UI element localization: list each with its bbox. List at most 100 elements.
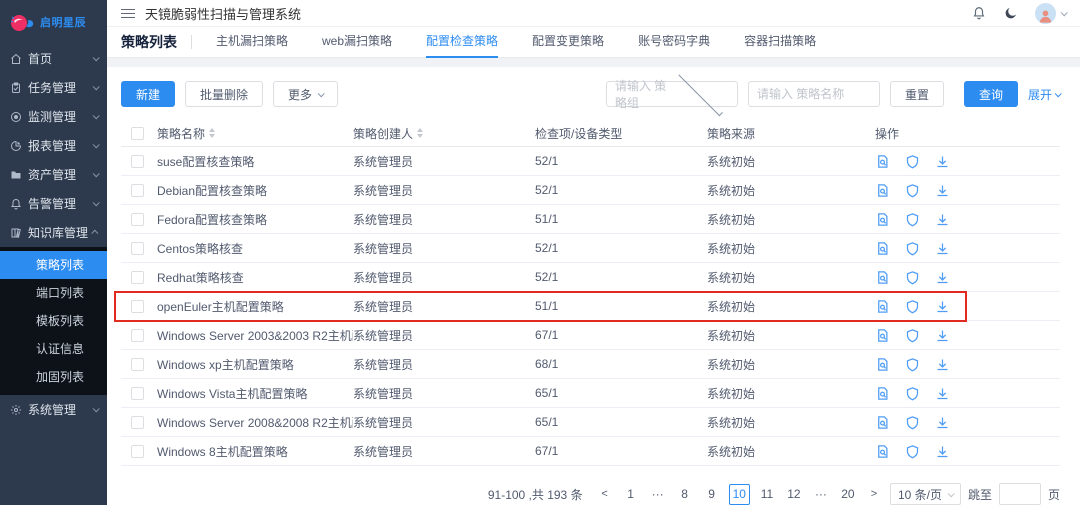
file-search-icon[interactable] xyxy=(875,444,890,459)
header-operations: 操作 xyxy=(875,125,1060,142)
shield-icon[interactable] xyxy=(905,328,920,343)
sidebar-item-system[interactable]: 系统管理 xyxy=(0,395,107,424)
row-checkbox[interactable] xyxy=(131,213,144,226)
page-number[interactable]: 8 xyxy=(675,484,695,505)
page-number[interactable]: 20 xyxy=(838,484,858,505)
search-button[interactable]: 查询 xyxy=(964,81,1018,107)
prev-page-button[interactable]: < xyxy=(596,488,614,500)
sidebar-subitem-port-list[interactable]: 端口列表 xyxy=(0,279,107,307)
tab-account-password-dict[interactable]: 账号密码字典 xyxy=(638,27,710,58)
row-checkbox[interactable] xyxy=(131,387,144,400)
sidebar-subitem-hardening-list[interactable]: 加固列表 xyxy=(0,363,107,391)
shield-icon[interactable] xyxy=(905,357,920,372)
new-button[interactable]: 新建 xyxy=(121,81,175,107)
brand-logo[interactable]: 启明星辰 xyxy=(0,0,107,44)
shield-icon[interactable] xyxy=(905,212,920,227)
tab-host-scan-policy[interactable]: 主机漏扫策略 xyxy=(216,27,288,58)
next-page-button[interactable]: > xyxy=(865,488,883,500)
download-icon[interactable] xyxy=(935,299,950,314)
page-size-select[interactable]: 10 条/页 xyxy=(890,483,961,505)
file-search-icon[interactable] xyxy=(875,154,890,169)
tab-web-scan-policy[interactable]: web漏扫策略 xyxy=(322,27,392,58)
jump-page-input[interactable] xyxy=(999,483,1041,505)
download-icon[interactable] xyxy=(935,415,950,430)
more-button[interactable]: 更多 xyxy=(273,81,338,107)
row-checkbox[interactable] xyxy=(131,358,144,371)
file-search-icon[interactable] xyxy=(875,183,890,198)
row-checkbox[interactable] xyxy=(131,155,144,168)
file-search-icon[interactable] xyxy=(875,299,890,314)
download-icon[interactable] xyxy=(935,328,950,343)
bell-icon[interactable] xyxy=(971,5,987,21)
shield-icon[interactable] xyxy=(905,444,920,459)
policy-name-input[interactable] xyxy=(757,87,871,101)
shield-icon[interactable] xyxy=(905,299,920,314)
brand-logo-icon xyxy=(8,11,36,33)
sidebar-subitem-policy-list[interactable]: 策略列表 xyxy=(0,251,107,279)
download-icon[interactable] xyxy=(935,212,950,227)
page-number-current[interactable]: 10 xyxy=(729,484,750,505)
download-icon[interactable] xyxy=(935,357,950,372)
file-search-icon[interactable] xyxy=(875,270,890,285)
row-checkbox[interactable] xyxy=(131,445,144,458)
row-checkbox[interactable] xyxy=(131,329,144,342)
sort-icon[interactable] xyxy=(417,128,423,138)
file-search-icon[interactable] xyxy=(875,415,890,430)
sidebar-item-monitoring[interactable]: 监测管理 xyxy=(0,102,107,131)
chevron-down-icon xyxy=(93,83,100,90)
shield-icon[interactable] xyxy=(905,386,920,401)
sidebar-item-assets[interactable]: 资产管理 xyxy=(0,160,107,189)
reset-button[interactable]: 重置 xyxy=(890,81,944,107)
policy-group-select[interactable]: 请输入 策略组 xyxy=(606,81,738,107)
download-icon[interactable] xyxy=(935,270,950,285)
shield-icon[interactable] xyxy=(905,241,920,256)
tab-container-scan-policy[interactable]: 容器扫描策略 xyxy=(744,27,816,58)
hamburger-menu-icon[interactable] xyxy=(121,9,135,18)
expand-link[interactable]: 展开 xyxy=(1028,86,1060,103)
file-search-icon[interactable] xyxy=(875,357,890,372)
file-search-icon[interactable] xyxy=(875,241,890,256)
download-icon[interactable] xyxy=(935,154,950,169)
tab-config-change-policy[interactable]: 配置变更策略 xyxy=(532,27,604,58)
sidebar-item-home[interactable]: 首页 xyxy=(0,44,107,73)
row-checkbox[interactable] xyxy=(131,184,144,197)
file-search-icon[interactable] xyxy=(875,386,890,401)
file-search-icon[interactable] xyxy=(875,328,890,343)
page-number[interactable]: 11 xyxy=(757,484,777,505)
download-icon[interactable] xyxy=(935,386,950,401)
row-checkbox[interactable] xyxy=(131,300,144,313)
row-checkbox[interactable] xyxy=(131,416,144,429)
cell-source: 系统初始 xyxy=(707,414,875,431)
batch-delete-button[interactable]: 批量删除 xyxy=(185,81,263,107)
moon-icon[interactable] xyxy=(1003,5,1019,21)
sidebar-item-tasks[interactable]: 任务管理 xyxy=(0,73,107,102)
shield-icon[interactable] xyxy=(905,183,920,198)
download-icon[interactable] xyxy=(935,183,950,198)
shield-icon[interactable] xyxy=(905,270,920,285)
cell-policy-name: Windows Vista主机配置策略 xyxy=(157,385,353,402)
cell-source: 系统初始 xyxy=(707,153,875,170)
sidebar-subitem-template-list[interactable]: 模板列表 xyxy=(0,307,107,335)
page-number[interactable]: 9 xyxy=(702,484,722,505)
select-all-checkbox[interactable] xyxy=(131,127,144,140)
sidebar-item-reports[interactable]: 报表管理 xyxy=(0,131,107,160)
sidebar-item-knowledge[interactable]: 知识库管理 xyxy=(0,218,107,247)
page-ellipsis[interactable]: ··· xyxy=(811,484,831,505)
download-icon[interactable] xyxy=(935,444,950,459)
shield-icon[interactable] xyxy=(905,415,920,430)
sidebar-item-alerts[interactable]: 告警管理 xyxy=(0,189,107,218)
policy-table: 策略名称 策略创建人 检查项/设备类型 策略来源 操作 suse配置核查策略 系 xyxy=(121,120,1060,466)
sidebar-item-label: 报表管理 xyxy=(28,137,93,154)
user-menu[interactable] xyxy=(1035,3,1066,24)
shield-icon[interactable] xyxy=(905,154,920,169)
file-search-icon[interactable] xyxy=(875,212,890,227)
download-icon[interactable] xyxy=(935,241,950,256)
page-ellipsis[interactable]: ··· xyxy=(648,484,668,505)
sort-icon[interactable] xyxy=(209,128,215,138)
row-checkbox[interactable] xyxy=(131,271,144,284)
row-checkbox[interactable] xyxy=(131,242,144,255)
tab-config-check-policy[interactable]: 配置检查策略 xyxy=(426,27,498,58)
page-number[interactable]: 12 xyxy=(784,484,804,505)
page-number[interactable]: 1 xyxy=(621,484,641,505)
sidebar-subitem-auth-info[interactable]: 认证信息 xyxy=(0,335,107,363)
